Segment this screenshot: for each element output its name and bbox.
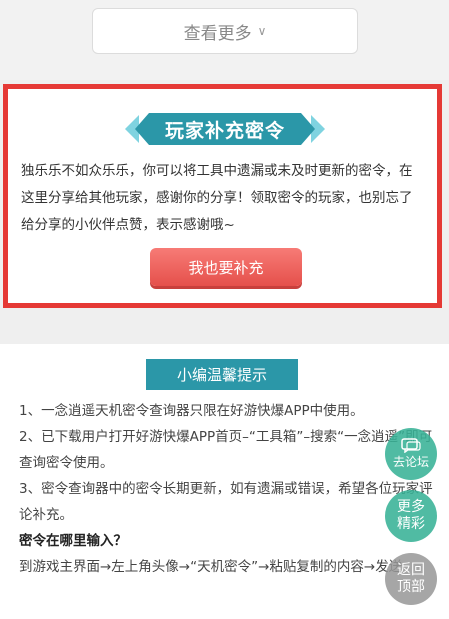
go-forum-button[interactable]: 去论坛 bbox=[385, 428, 437, 480]
supplement-code-button[interactable]: 我也要补充 bbox=[150, 248, 302, 286]
tip-question: 密令在哪里输入？ bbox=[19, 533, 127, 549]
back-to-top-button[interactable]: 返回顶部 bbox=[385, 553, 437, 605]
chevron-down-icon: ∨ bbox=[257, 24, 267, 38]
chat-bubble-icon bbox=[401, 438, 421, 453]
tips-content: 1、一念逍遥天机密令查询器只限在好游快爆APP中使用。 2、已下载用户打开好游快… bbox=[19, 398, 439, 580]
tip-item: 1、一念逍遥天机密令查询器只限在好游快爆APP中使用。 bbox=[19, 403, 364, 419]
tip-answer: 到游戏主界面→左上角头像→“天机密令”→粘贴复制的内容→发送 bbox=[19, 559, 403, 575]
more-highlights-button[interactable]: 更多精彩 bbox=[385, 490, 437, 542]
player-code-description: 独乐乐不如众乐乐，你可以将工具中遗漏或未及时更新的密令，在这里分享给其他玩家，感… bbox=[21, 163, 413, 233]
tips-title: 小编温馨提示 bbox=[146, 359, 298, 390]
view-more-label: 查看更多 bbox=[183, 23, 252, 44]
view-more-button[interactable]: 查看更多 ∨ bbox=[92, 8, 358, 54]
back-to-top-label: 返回顶部 bbox=[397, 562, 425, 595]
player-code-banner: 玩家补充密令 bbox=[125, 111, 325, 147]
go-forum-label: 去论坛 bbox=[392, 455, 429, 469]
top-section: 查看更多 ∨ bbox=[0, 0, 449, 80]
more-highlights-label: 更多精彩 bbox=[397, 499, 425, 532]
player-code-title: 玩家补充密令 bbox=[164, 119, 285, 142]
tip-item: 2、已下载用户打开好游快爆APP首页–“工具箱”–搜索“一念逍遥”即可查询密令使… bbox=[19, 429, 433, 471]
section-divider bbox=[0, 318, 449, 344]
tip-item: 3、密令查询器中的密令长期更新，如有遗漏或错误，希望各位玩家评论补充。 bbox=[19, 481, 433, 523]
